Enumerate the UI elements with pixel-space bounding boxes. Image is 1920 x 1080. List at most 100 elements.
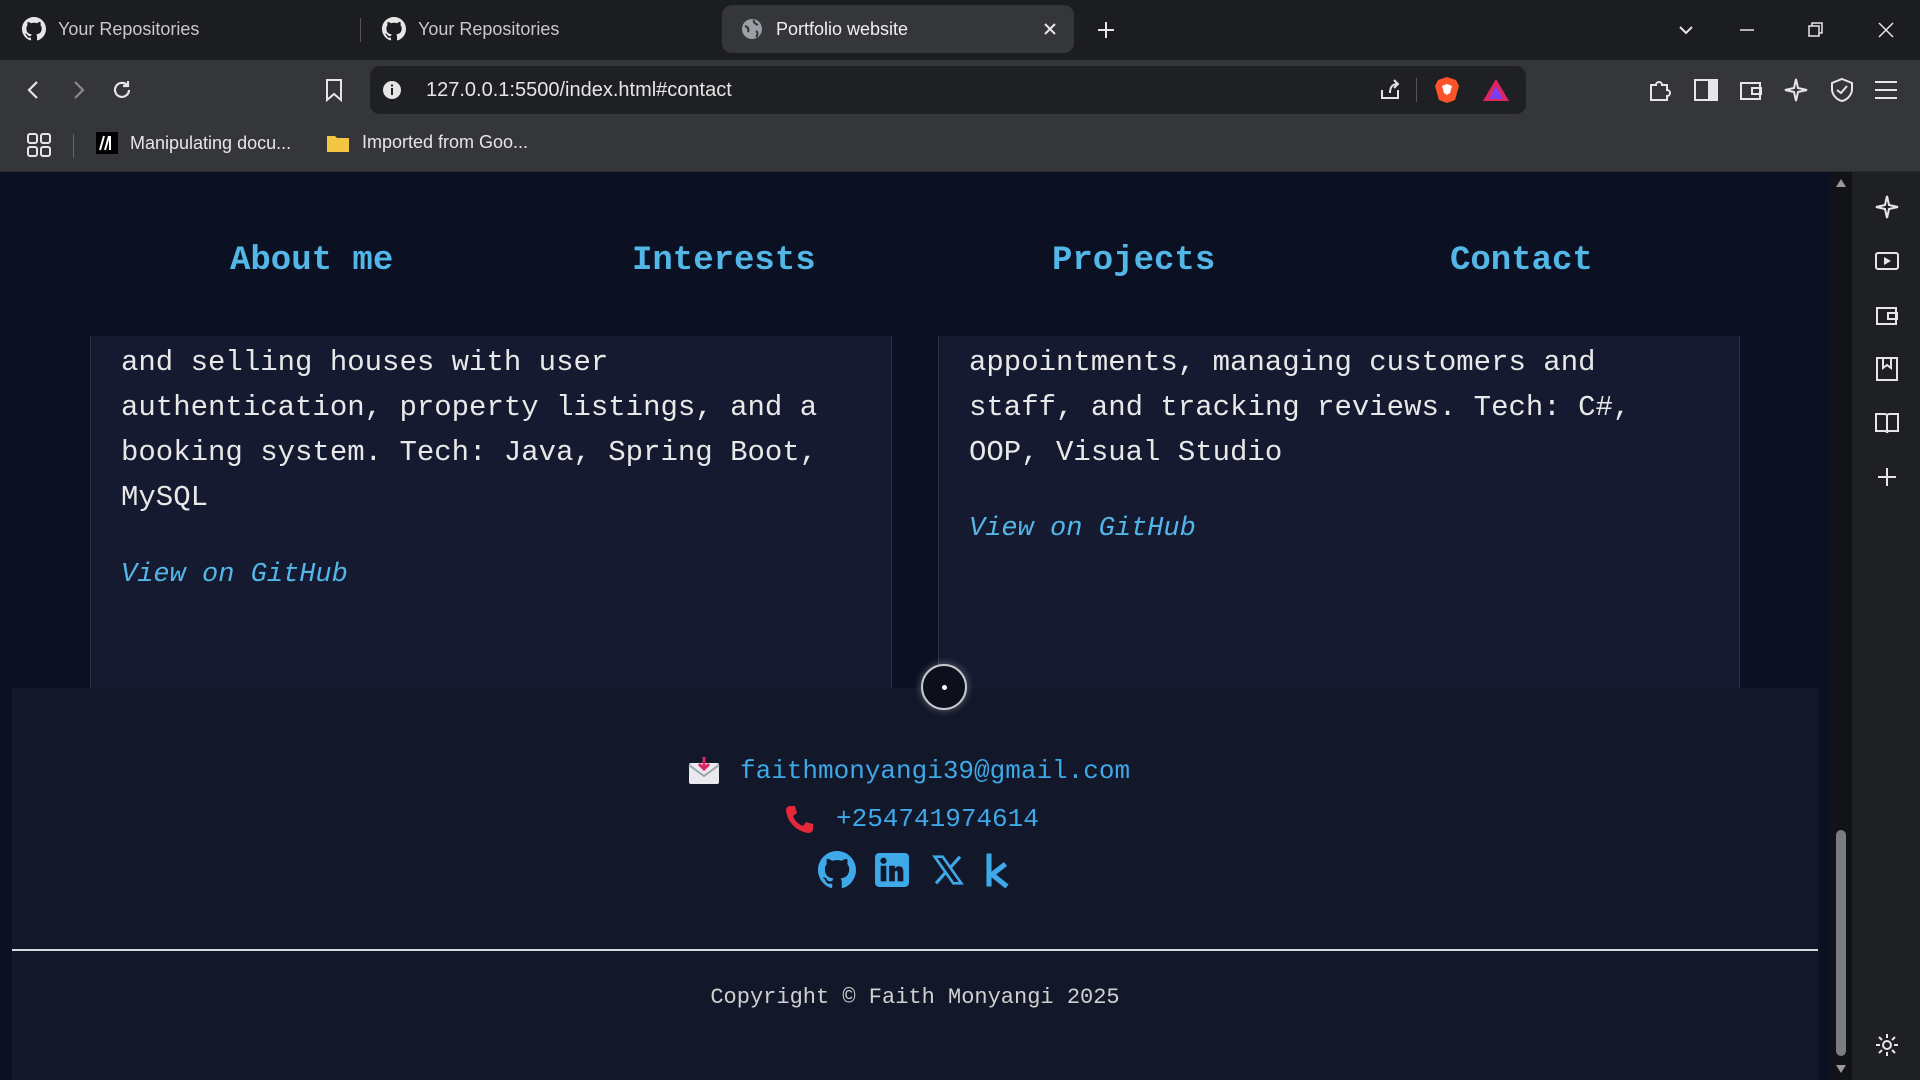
wallet-icon[interactable] (1872, 300, 1902, 330)
plus-icon (1098, 22, 1114, 38)
bookmark-manipulating-documents[interactable]: Manipulating docu... (96, 132, 291, 154)
arrow-right-icon (74, 81, 85, 99)
shield-icon (1831, 77, 1853, 103)
footer-divider (12, 949, 1818, 951)
tab-title: Your Repositories (58, 18, 200, 39)
info-icon[interactable] (382, 80, 402, 100)
brave-shields-icon[interactable] (1434, 76, 1460, 104)
globe-icon (742, 19, 762, 39)
autoscroll-cursor (921, 664, 967, 710)
github-link[interactable]: View on GitHub (969, 514, 1196, 544)
tab-portfolio-website[interactable]: Portfolio website (722, 5, 1074, 53)
wallet-icon (1740, 82, 1762, 100)
scroll-up-icon[interactable] (1835, 178, 1847, 188)
chevron-down-icon (1679, 26, 1693, 35)
settings-gear-icon[interactable] (1872, 1030, 1902, 1060)
project-description: appointments, managing customers and staf… (969, 340, 1630, 475)
tab-repositories-1[interactable]: Your Repositories (22, 5, 352, 53)
scroll-thumb[interactable] (1836, 830, 1846, 1056)
contact-footer: faithmonyangi39@gmail.com +254741974614 (12, 688, 1818, 1080)
bookmark-button[interactable] (318, 74, 350, 106)
page-viewport: About me Interests Projects Contact and … (0, 172, 1830, 1080)
linkedin-icon[interactable] (872, 850, 912, 890)
copyright-text: Copyright © Faith Monyangi 2025 (710, 985, 1120, 1010)
nav-link-projects[interactable]: Projects (1052, 242, 1215, 280)
github-icon[interactable] (817, 850, 857, 890)
mdn-icon (96, 132, 118, 154)
tab-separator (360, 18, 361, 42)
share-icon[interactable] (1378, 78, 1402, 102)
puzzle-icon (1650, 81, 1671, 101)
sparkle-icon (1784, 78, 1808, 102)
new-tab-button[interactable] (1090, 14, 1122, 46)
github-icon (22, 17, 46, 41)
minimize-icon (1740, 29, 1754, 31)
restore-icon (1808, 22, 1823, 37)
github-icon (382, 17, 406, 41)
tab-title: Your Repositories (418, 18, 560, 39)
apps-grid-icon (27, 133, 51, 157)
forward-button[interactable] (62, 74, 94, 106)
brave-rewards-icon[interactable] (1482, 78, 1510, 102)
tab-title: Portfolio website (776, 18, 909, 39)
phone-row: +254741974614 (784, 804, 1039, 834)
browser-side-panel (1852, 172, 1920, 1080)
page-scrollbar[interactable] (1830, 172, 1852, 1080)
apps-button[interactable] (26, 132, 52, 158)
bookmarks-divider (73, 134, 74, 158)
email-row: faithmonyangi39@gmail.com (688, 756, 1130, 786)
phone-number[interactable]: +254741974614 (836, 804, 1039, 834)
sidebar-icon (1694, 79, 1718, 101)
bookmark-icon (326, 79, 342, 102)
urlbar-divider (1416, 78, 1417, 102)
leo-sparkle-icon[interactable] (1872, 192, 1902, 222)
bookmark-folder-imported[interactable]: Imported from Goo... (326, 132, 528, 153)
description-line: MySQL (121, 481, 209, 514)
email-link[interactable]: faithmonyangi39@gmail.com (740, 756, 1130, 786)
menu-button[interactable] (1870, 74, 1902, 106)
restore-button[interactable] (1800, 14, 1832, 46)
nav-link-contact[interactable]: Contact (1450, 242, 1593, 280)
description-line: authentication, property listings, and a (121, 391, 818, 424)
kaggle-icon[interactable] (978, 850, 1018, 890)
hamburger-menu-icon (1875, 81, 1897, 99)
description-line: booking system. Tech: Java, Spring Boot, (121, 436, 818, 469)
nav-link-interests[interactable]: Interests (632, 242, 816, 280)
tab-repositories-2[interactable]: Your Repositories (382, 5, 712, 53)
url-text: 127.0.0.1:5500/index.html#contact (426, 79, 732, 101)
tab-search-button[interactable] (1670, 14, 1702, 46)
bookmark-label: Manipulating docu... (130, 132, 292, 153)
bookmarks-bar: Manipulating docu... Imported from Goo..… (0, 120, 1920, 172)
address-bar[interactable]: 127.0.0.1:5500/index.html#contact (370, 66, 1526, 114)
scroll-down-icon[interactable] (1835, 1064, 1847, 1074)
bookmarks-panel-icon[interactable] (1872, 354, 1902, 384)
minimize-button[interactable] (1731, 14, 1763, 46)
description-line: OOP, Visual Studio (969, 436, 1283, 469)
close-window-button[interactable] (1870, 14, 1902, 46)
x-icon[interactable] (928, 850, 968, 890)
envelope-icon (688, 757, 720, 784)
reload-button[interactable] (106, 74, 138, 106)
reading-list-icon[interactable] (1872, 408, 1902, 438)
browser-toolbar: 127.0.0.1:5500/index.html#contact (0, 60, 1920, 120)
sidebar-toggle-button[interactable] (1690, 74, 1722, 106)
phone-icon (786, 806, 813, 833)
add-panel-icon[interactable] (1872, 462, 1902, 492)
wallet-button[interactable] (1735, 74, 1767, 106)
close-icon (1878, 22, 1894, 38)
github-link[interactable]: View on GitHub (121, 560, 348, 590)
description-line: and selling houses with user (121, 346, 609, 379)
description-line: appointments, managing customers and (969, 346, 1596, 379)
vpn-button[interactable] (1826, 74, 1858, 106)
back-button[interactable] (18, 74, 50, 106)
bookmark-label: Imported from Goo... (362, 132, 529, 152)
project-description: and selling houses with user authenticati… (121, 340, 817, 520)
tab-strip: Your Repositories Your Repositories Port… (0, 0, 1920, 60)
leo-ai-button[interactable] (1780, 74, 1812, 106)
nav-link-about[interactable]: About me (230, 242, 393, 280)
video-icon[interactable] (1872, 246, 1902, 276)
description-line: staff, and tracking reviews. Tech: C#, (969, 391, 1631, 424)
extensions-button[interactable] (1644, 74, 1676, 106)
close-tab-icon[interactable] (1042, 21, 1058, 37)
reload-icon (113, 81, 131, 98)
